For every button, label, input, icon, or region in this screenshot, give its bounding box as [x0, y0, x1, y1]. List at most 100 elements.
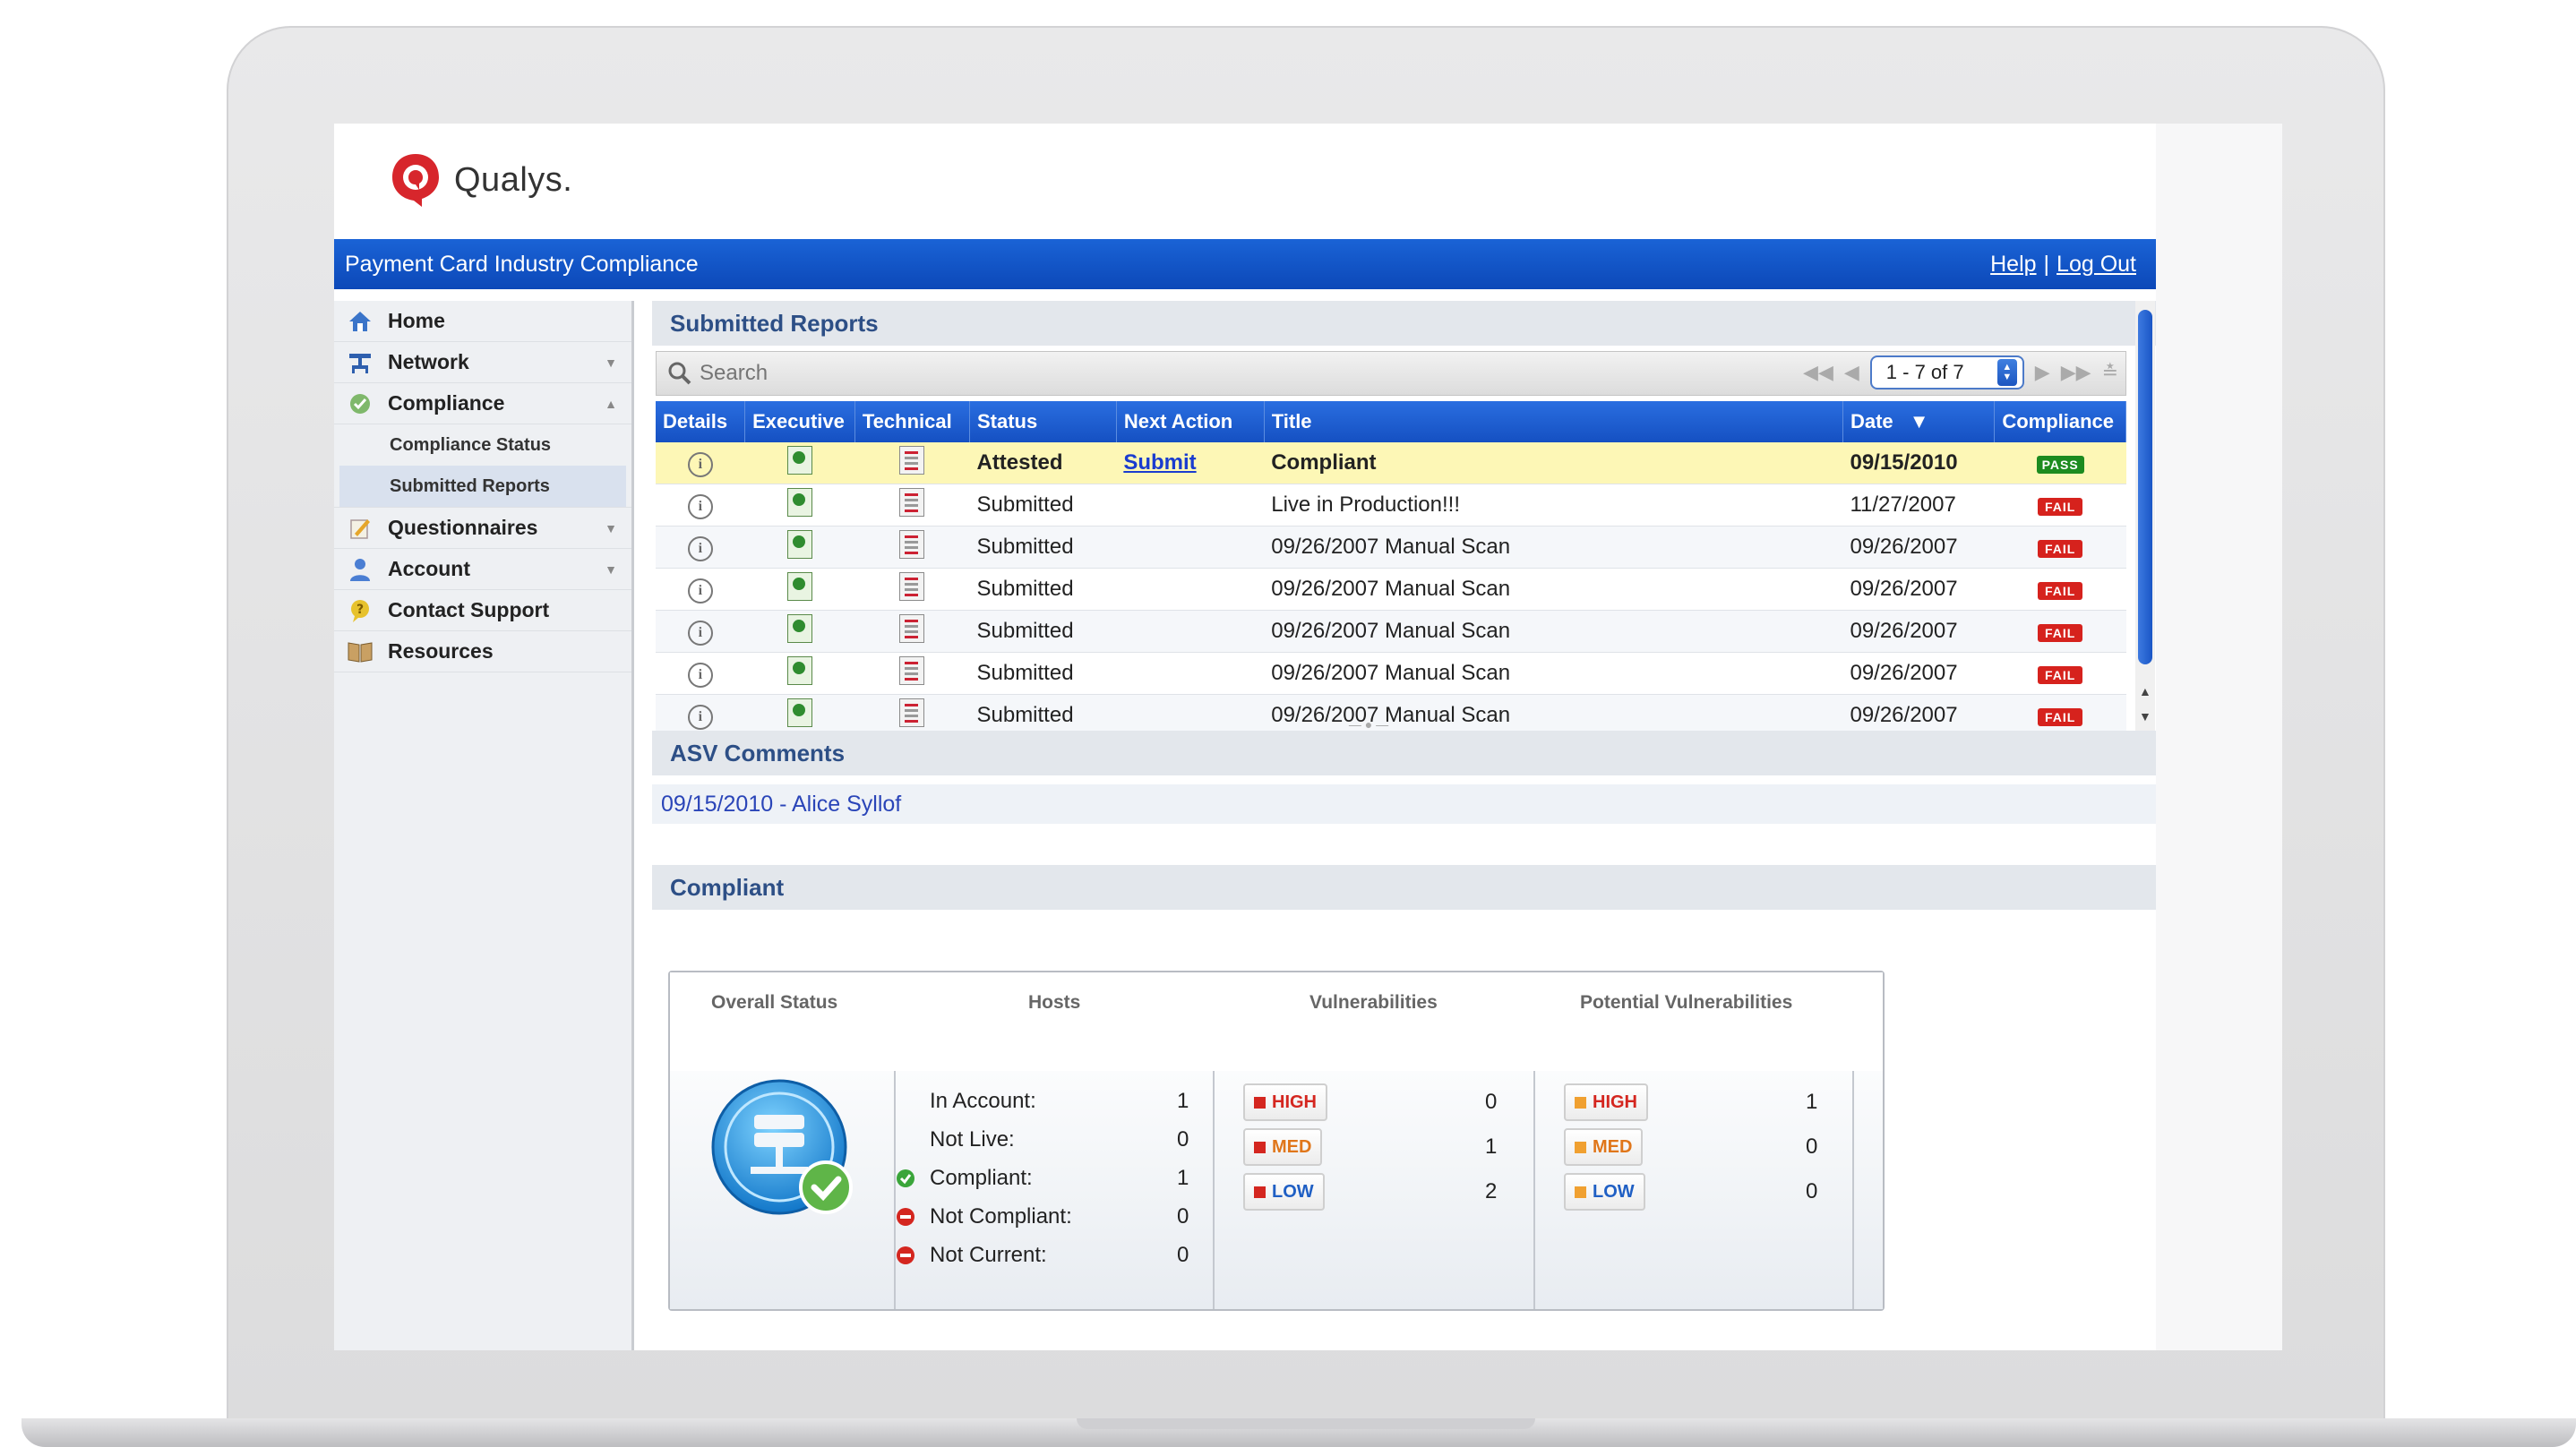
- executive-report-icon[interactable]: [787, 571, 812, 601]
- link-separator: |: [2043, 251, 2050, 277]
- info-icon[interactable]: i: [687, 535, 713, 561]
- chevron-down-icon[interactable]: ▼: [605, 355, 617, 370]
- severity-badge[interactable]: HIGH: [1243, 1083, 1327, 1121]
- executive-report-icon[interactable]: [787, 445, 812, 475]
- severity-badge[interactable]: HIGH: [1564, 1083, 1648, 1121]
- vuln-count: 2: [1485, 1179, 1498, 1203]
- severity-label: MED: [1272, 1136, 1312, 1157]
- table-row[interactable]: i Submitted 09/26/2007 Manual Scan 09/26…: [656, 610, 2126, 653]
- severity-square-icon: [1575, 1141, 1586, 1153]
- table-row[interactable]: i Submitted 09/26/2007 Manual Scan 09/26…: [656, 652, 2126, 695]
- chevron-up-icon[interactable]: ▲: [605, 397, 617, 411]
- sort-desc-icon[interactable]: ▼: [1910, 410, 1929, 432]
- scroll-up-icon[interactable]: ▲: [2139, 684, 2151, 698]
- stat-value: 1: [1177, 1088, 1189, 1113]
- next-action-cell: [1116, 484, 1265, 527]
- technical-report-icon[interactable]: [899, 698, 925, 727]
- reports-table: Details Executive Technical Status Next …: [656, 401, 2126, 737]
- next-page-icon[interactable]: ▶: [2035, 361, 2050, 384]
- logo-text: Qualys.: [454, 160, 573, 199]
- fail-badge: FAIL: [2037, 540, 2083, 558]
- check-green-icon: [897, 1169, 914, 1187]
- sidebar-item-compliance-status[interactable]: Compliance Status: [334, 424, 631, 466]
- status-cell: Submitted: [969, 484, 1117, 527]
- qualys-logo[interactable]: Qualys.: [390, 152, 572, 208]
- technical-report-icon[interactable]: [899, 445, 925, 475]
- scroll-down-icon[interactable]: ▼: [2139, 709, 2151, 724]
- sidebar-item-compliance[interactable]: Compliance ▲: [334, 383, 631, 424]
- vuln-high: HIGH 0: [1243, 1080, 1503, 1125]
- sidebar-nav: Home Network ▼ Compliance ▲ Compliance S…: [334, 301, 634, 1350]
- technical-report-icon[interactable]: [899, 487, 925, 517]
- column-header-next-action[interactable]: Next Action: [1116, 401, 1265, 442]
- submit-link[interactable]: Submit: [1123, 450, 1196, 475]
- app-title: Payment Card Industry Compliance: [345, 251, 699, 277]
- status-cell: Submitted: [969, 652, 1117, 695]
- table-row[interactable]: i Attested Submit Compliant 09/15/2010 P…: [656, 442, 2126, 484]
- technical-report-icon[interactable]: [899, 571, 925, 601]
- column-header-compliance[interactable]: Compliance: [1994, 401, 2126, 442]
- chevron-down-icon[interactable]: ▼: [605, 562, 617, 577]
- executive-report-icon[interactable]: [787, 613, 812, 643]
- vuln-count: 1: [1485, 1134, 1498, 1159]
- sidebar-item-questionnaires[interactable]: Questionnaires ▼: [334, 507, 631, 549]
- asv-comment[interactable]: 09/15/2010 - Alice Syllof: [652, 784, 2156, 824]
- date-cell: 09/26/2007: [1842, 568, 1995, 611]
- last-page-icon[interactable]: ▶▶: [2061, 361, 2091, 384]
- sidebar-item-submitted-reports[interactable]: Submitted Reports: [339, 466, 626, 507]
- resize-handle[interactable]: — ● —: [1342, 717, 1395, 732]
- column-header-executive[interactable]: Executive: [744, 401, 855, 442]
- stat-label: Compliant:: [930, 1165, 1033, 1190]
- table-row[interactable]: i Submitted Live in Production!!! 11/27/…: [656, 484, 2126, 527]
- executive-report-icon[interactable]: [787, 698, 812, 727]
- table-row[interactable]: i Submitted 09/26/2007 Manual Scan 09/26…: [656, 526, 2126, 569]
- technical-report-icon[interactable]: [899, 613, 925, 643]
- help-link[interactable]: Help: [1990, 252, 2036, 278]
- sidebar-item-contact-support[interactable]: ? Contact Support: [334, 590, 631, 631]
- severity-square-icon: [1254, 1186, 1266, 1198]
- fail-badge: FAIL: [2037, 582, 2083, 600]
- executive-report-icon[interactable]: [787, 529, 812, 559]
- info-icon[interactable]: i: [687, 620, 713, 646]
- collapse-icon[interactable]: ≛: [2102, 361, 2118, 384]
- info-icon[interactable]: i: [687, 704, 713, 730]
- info-icon[interactable]: i: [687, 451, 713, 477]
- executive-report-icon[interactable]: [787, 655, 812, 685]
- technical-report-icon[interactable]: [899, 655, 925, 685]
- severity-badge[interactable]: LOW: [1243, 1173, 1325, 1211]
- info-icon[interactable]: i: [687, 578, 713, 604]
- potential-vulnerabilities-list: HIGH 1 MED 0 LOW 0: [1564, 1080, 1824, 1214]
- info-icon[interactable]: i: [687, 662, 713, 688]
- prev-page-icon[interactable]: ◀: [1844, 361, 1859, 384]
- column-header-title[interactable]: Title: [1264, 401, 1843, 442]
- column-header-technical[interactable]: Technical: [854, 401, 970, 442]
- chevron-down-icon[interactable]: ▼: [605, 521, 617, 535]
- search-input[interactable]: [698, 355, 1203, 392]
- table-row[interactable]: i Submitted 09/26/2007 Manual Scan 09/26…: [656, 568, 2126, 611]
- technical-report-icon[interactable]: [899, 529, 925, 559]
- main-panel: Submitted Reports ◀◀ ◀ 1 - 7 of 7 ▲▼ ▶ ▶…: [652, 301, 2156, 1350]
- column-header-date[interactable]: Date ▼: [1842, 401, 1996, 442]
- first-page-icon[interactable]: ◀◀: [1803, 361, 1833, 384]
- page-range-select[interactable]: 1 - 7 of 7 ▲ ▼: [1869, 355, 2024, 390]
- sidebar-item-home[interactable]: Home: [334, 301, 631, 342]
- info-icon[interactable]: i: [687, 493, 713, 519]
- table-scrollbar[interactable]: ▲ ▼: [2135, 301, 2155, 740]
- column-header-status[interactable]: Status: [969, 401, 1117, 442]
- app-header-bar: Payment Card Industry Compliance Help | …: [334, 239, 2156, 289]
- potential-vulnerabilities-label: Potential Vulnerabilities: [1580, 992, 1793, 1013]
- scrollbar-thumb[interactable]: [2138, 310, 2152, 664]
- column-header-details[interactable]: Details: [656, 401, 746, 442]
- sidebar-item-network[interactable]: Network ▼: [334, 342, 631, 383]
- sidebar-item-label: Contact Support: [388, 598, 550, 621]
- severity-badge[interactable]: MED: [1243, 1128, 1323, 1166]
- minus-red-icon: [897, 1207, 914, 1226]
- sidebar-item-account[interactable]: Account ▼: [334, 549, 631, 590]
- fail-badge: FAIL: [2037, 498, 2083, 516]
- sidebar-item-resources[interactable]: Resources: [334, 631, 631, 672]
- compliance-summary: Overall Status Hosts Vulnerabilities Pot…: [668, 971, 1885, 1311]
- logout-link[interactable]: Log Out: [2057, 252, 2136, 278]
- severity-badge[interactable]: MED: [1564, 1128, 1644, 1166]
- severity-badge[interactable]: LOW: [1564, 1173, 1645, 1211]
- executive-report-icon[interactable]: [787, 487, 812, 517]
